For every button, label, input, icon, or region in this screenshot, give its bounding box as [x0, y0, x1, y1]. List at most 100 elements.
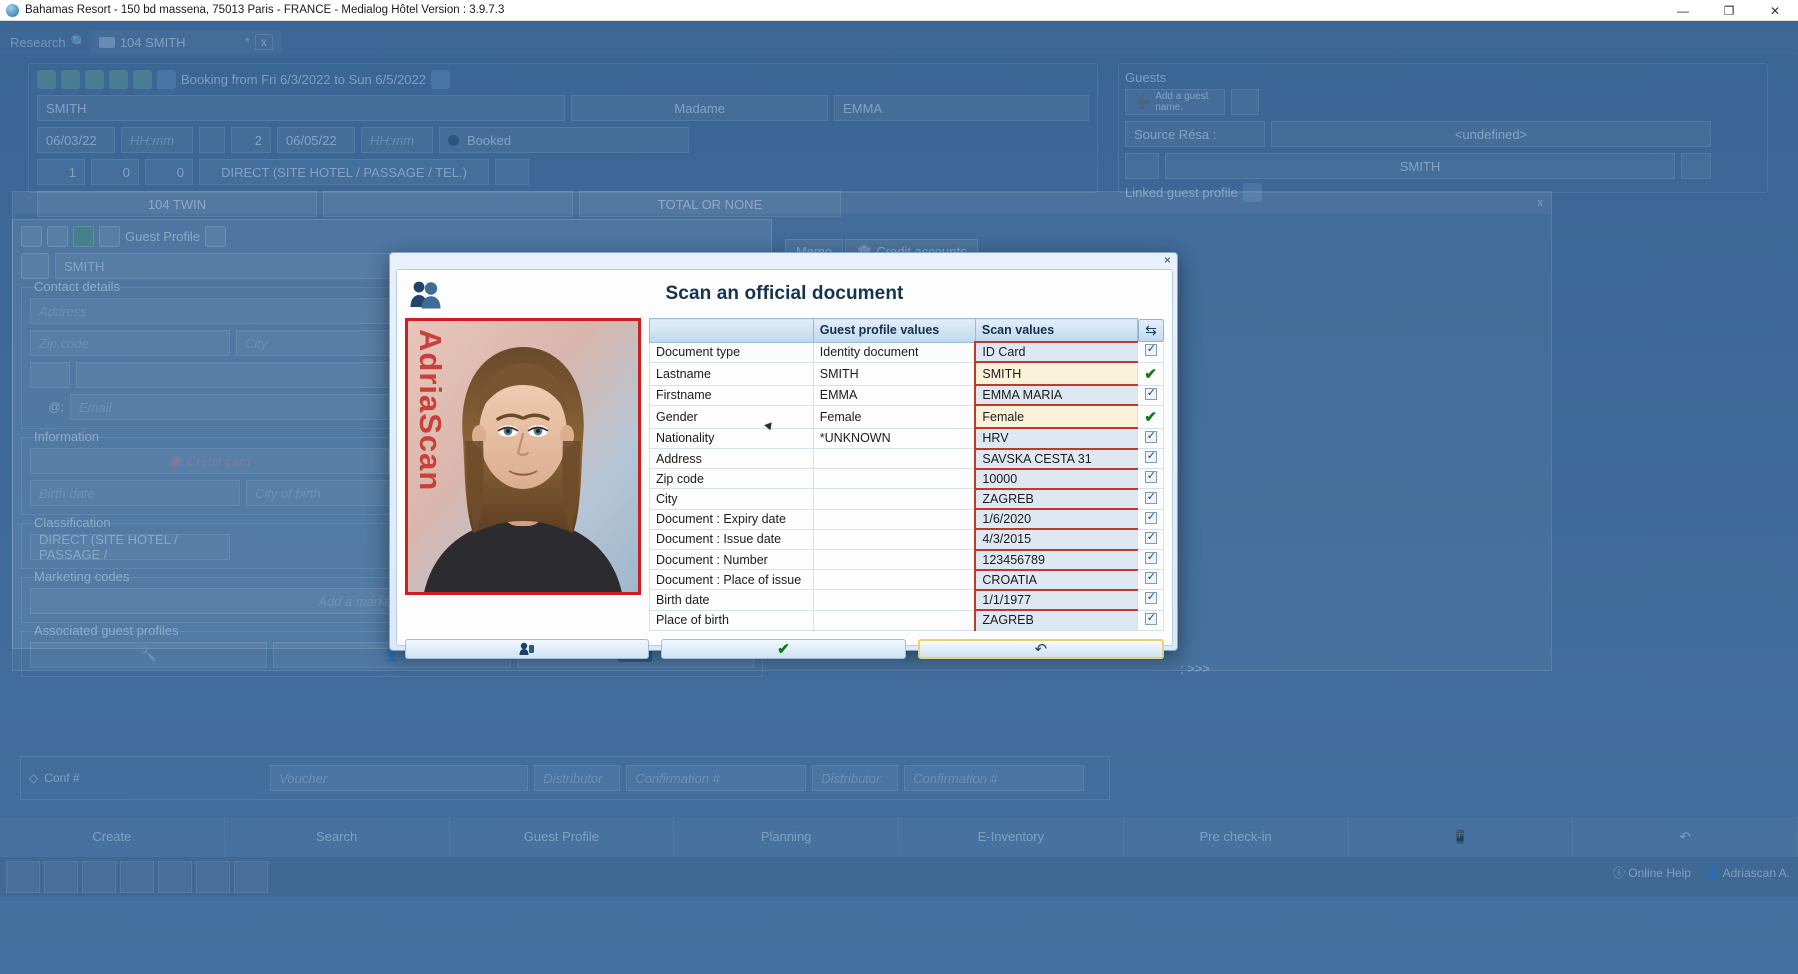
status-select[interactable]: Booked — [439, 127, 689, 153]
inner-window-close-icon[interactable]: x — [1538, 197, 1544, 209]
shield-icon[interactable] — [47, 226, 68, 247]
associated-tool-button[interactable]: 🔧 — [30, 642, 268, 668]
research-button[interactable]: Research 🔍 — [10, 34, 87, 50]
row-scan-value[interactable]: ID Card — [974, 340, 1139, 363]
child2-stepper[interactable]: 0 — [91, 159, 139, 185]
nav-search[interactable]: Search — [225, 817, 450, 857]
nav-undo-icon[interactable]: ↶ — [1573, 817, 1798, 857]
source-resa-select[interactable]: <undefined> — [1271, 121, 1711, 147]
phone-icon[interactable] — [61, 70, 80, 89]
guest-card-icon[interactable] — [1125, 153, 1159, 179]
maximize-button[interactable]: ❐ — [1706, 0, 1752, 21]
history-icon[interactable] — [21, 226, 42, 247]
nav-guest-profile[interactable]: Guest Profile — [450, 817, 675, 857]
voucher-input[interactable]: Voucher — [270, 765, 529, 791]
row-scan-value[interactable]: ZAGREB — [974, 487, 1139, 510]
tab-104-smith[interactable]: 104 SMITH * x — [91, 31, 281, 53]
row-apply-checkbox[interactable] — [1137, 509, 1164, 530]
row-scan-value[interactable]: HRV — [974, 427, 1139, 450]
activity-icon[interactable] — [99, 226, 120, 247]
row-scan-value[interactable]: CROATIA — [974, 568, 1139, 591]
row-scan-value[interactable]: 1/1/1977 — [974, 588, 1139, 611]
departure-time-input[interactable]: HH:mm — [361, 127, 433, 153]
row-scan-value[interactable]: SMITH — [974, 361, 1139, 386]
market-select[interactable]: DIRECT (SITE HOTEL / PASSAGE / TEL.) — [199, 159, 489, 185]
row-apply-checkbox[interactable] — [1137, 342, 1164, 363]
taskbar-mobile-icon[interactable] — [158, 861, 192, 893]
wrench-icon[interactable] — [157, 70, 176, 89]
add-guest-button[interactable]: ➕ Add a guest name. — [1125, 89, 1225, 115]
nav-pre-check-in[interactable]: Pre check-in — [1124, 817, 1349, 857]
guest-detail-icon[interactable] — [1681, 153, 1711, 179]
taskbar-doc-icon[interactable] — [44, 861, 78, 893]
booking-lastname-input[interactable]: SMITH — [37, 95, 566, 121]
row-apply-checkbox[interactable] — [1137, 569, 1164, 591]
arrival-date-input[interactable]: 06/03/22 — [37, 127, 115, 153]
rescan-button[interactable] — [405, 638, 650, 659]
tab-close-icon[interactable]: x — [254, 34, 273, 50]
info-icon[interactable] — [205, 226, 227, 247]
booking-firstname-input[interactable]: EMMA — [834, 95, 1089, 121]
child1-stepper[interactable]: 1 — [37, 159, 85, 185]
taskbar-home-icon[interactable] — [6, 861, 40, 893]
current-user[interactable]: 👤 Adriascan A. — [1705, 866, 1790, 880]
row-scan-value[interactable]: EMMA MARIA — [974, 384, 1139, 406]
minimize-button[interactable]: — — [1660, 0, 1706, 21]
row-scan-value[interactable]: Female — [974, 404, 1139, 429]
taskbar-pen-icon[interactable] — [234, 861, 268, 893]
credit-card-button[interactable]: ▣ Credit card — [30, 448, 389, 474]
arrival-time-input[interactable]: HH:mm — [121, 127, 193, 153]
row-match-check-icon[interactable]: ✔ — [1137, 362, 1164, 386]
row-apply-checkbox[interactable] — [1137, 488, 1164, 510]
row-apply-checkbox[interactable] — [1137, 448, 1164, 470]
birth-date-input[interactable]: Birth date — [30, 480, 240, 506]
tv-icon[interactable] — [85, 70, 104, 89]
swap-columns-button[interactable]: ⇆ — [1138, 318, 1164, 342]
taskbar-phone-icon[interactable] — [120, 861, 154, 893]
cancel-button[interactable]: ↶ — [917, 638, 1164, 659]
row-apply-checkbox[interactable] — [1137, 529, 1164, 551]
activity-icon[interactable] — [133, 70, 152, 89]
row-apply-checkbox[interactable] — [1137, 385, 1164, 406]
nav-create[interactable]: Create — [0, 817, 225, 857]
row-apply-checkbox[interactable] — [1137, 468, 1164, 490]
booking-title-input[interactable]: Madame — [571, 95, 829, 121]
row-apply-checkbox[interactable] — [1137, 549, 1164, 571]
online-help-link[interactable]: ⓘ Online Help — [1613, 864, 1691, 881]
confirmation1-input[interactable]: Confirmation # — [626, 765, 807, 791]
taskbar-key-icon[interactable] — [82, 861, 116, 893]
row-scan-value[interactable]: SAVSKA CESTA 31 — [974, 447, 1139, 470]
guest-profile-icon[interactable] — [1231, 89, 1259, 115]
row-apply-checkbox[interactable] — [1137, 589, 1164, 611]
more-link[interactable]: ; >>> — [1180, 661, 1210, 676]
departure-date-input[interactable]: 06/05/22 — [277, 127, 355, 153]
market-options-icon[interactable] — [495, 159, 529, 185]
guest-name-input[interactable]: SMITH — [1165, 153, 1675, 179]
restaurant-icon[interactable] — [109, 70, 128, 89]
classification-value[interactable]: DIRECT (SITE HOTEL / PASSAGE / — [30, 532, 230, 562]
phone-type-select[interactable] — [30, 362, 70, 388]
row-apply-checkbox[interactable] — [1137, 428, 1164, 450]
row-match-check-icon[interactable]: ✔ — [1137, 405, 1164, 429]
nav-planning[interactable]: Planning — [674, 817, 899, 857]
dialog-close-icon[interactable]: × — [1164, 253, 1171, 267]
pax-stepper[interactable]: 2 — [231, 127, 271, 153]
close-button[interactable]: ✕ — [1752, 0, 1798, 21]
row-apply-checkbox[interactable] — [1137, 610, 1164, 631]
child3-stepper[interactable]: 0 — [145, 159, 193, 185]
row-scan-value[interactable]: 123456789 — [974, 548, 1139, 571]
zip-code-input[interactable]: Zip code — [30, 330, 230, 356]
row-scan-value[interactable]: 10000 — [974, 467, 1139, 490]
row-scan-value[interactable]: 4/3/2015 — [974, 528, 1139, 551]
confirmation2-input[interactable]: Confirmation # — [904, 765, 1085, 791]
validate-button[interactable]: ✔ — [661, 638, 906, 659]
taskbar-chart-icon[interactable] — [196, 861, 230, 893]
nav-device-icon[interactable]: 📱 — [1349, 817, 1574, 857]
lock-icon[interactable] — [37, 70, 56, 89]
nav-e-inventory[interactable]: E-Inventory — [899, 817, 1124, 857]
clock-icon[interactable] — [199, 127, 225, 153]
row-scan-value[interactable]: 1/6/2020 — [974, 508, 1139, 530]
unlock-icon[interactable] — [73, 226, 94, 247]
info-icon[interactable] — [431, 70, 450, 89]
row-scan-value[interactable]: ZAGREB — [974, 609, 1139, 631]
